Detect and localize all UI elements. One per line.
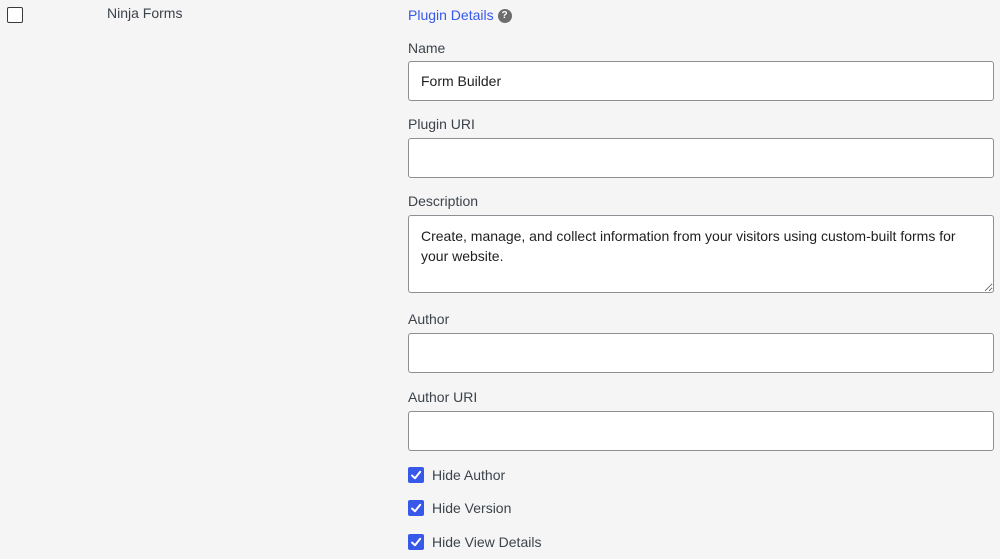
hide-version-checkbox[interactable]: [408, 500, 424, 516]
hide-author-checkbox[interactable]: [408, 467, 424, 483]
name-input[interactable]: [408, 61, 994, 101]
author-uri-label: Author URI: [408, 389, 478, 405]
author-input[interactable]: [408, 333, 994, 373]
plugin-uri-input[interactable]: [408, 138, 994, 178]
author-label: Author: [408, 311, 450, 327]
description-textarea[interactable]: Create, manage, and collect information …: [408, 215, 994, 293]
plugin-details-panel: Plugin Details ? Name Plugin URI Descrip…: [408, 0, 994, 551]
plugin-details-heading: Plugin Details ?: [408, 5, 994, 25]
plugin-details-link[interactable]: Plugin Details: [408, 7, 494, 23]
hide-view-details-option[interactable]: Hide View Details: [408, 533, 994, 551]
question-circle-icon[interactable]: ?: [497, 8, 512, 23]
description-label: Description: [408, 193, 479, 209]
checkmark-icon: [411, 503, 422, 513]
name-label: Name: [408, 40, 446, 56]
author-uri-input[interactable]: [408, 411, 994, 451]
hide-view-details-checkbox[interactable]: [408, 534, 424, 550]
hide-author-label: Hide Author: [432, 467, 506, 483]
hide-version-label: Hide Version: [432, 500, 512, 516]
hide-version-option[interactable]: Hide Version: [408, 499, 994, 517]
plugin-row-checkbox[interactable]: [7, 7, 23, 23]
plugin-name: Ninja Forms: [107, 5, 183, 21]
checkmark-icon: [411, 470, 422, 480]
hide-view-details-label: Hide View Details: [432, 534, 542, 550]
hide-author-option[interactable]: Hide Author: [408, 466, 994, 484]
plugin-uri-label: Plugin URI: [408, 116, 475, 132]
checkmark-icon: [411, 537, 422, 547]
